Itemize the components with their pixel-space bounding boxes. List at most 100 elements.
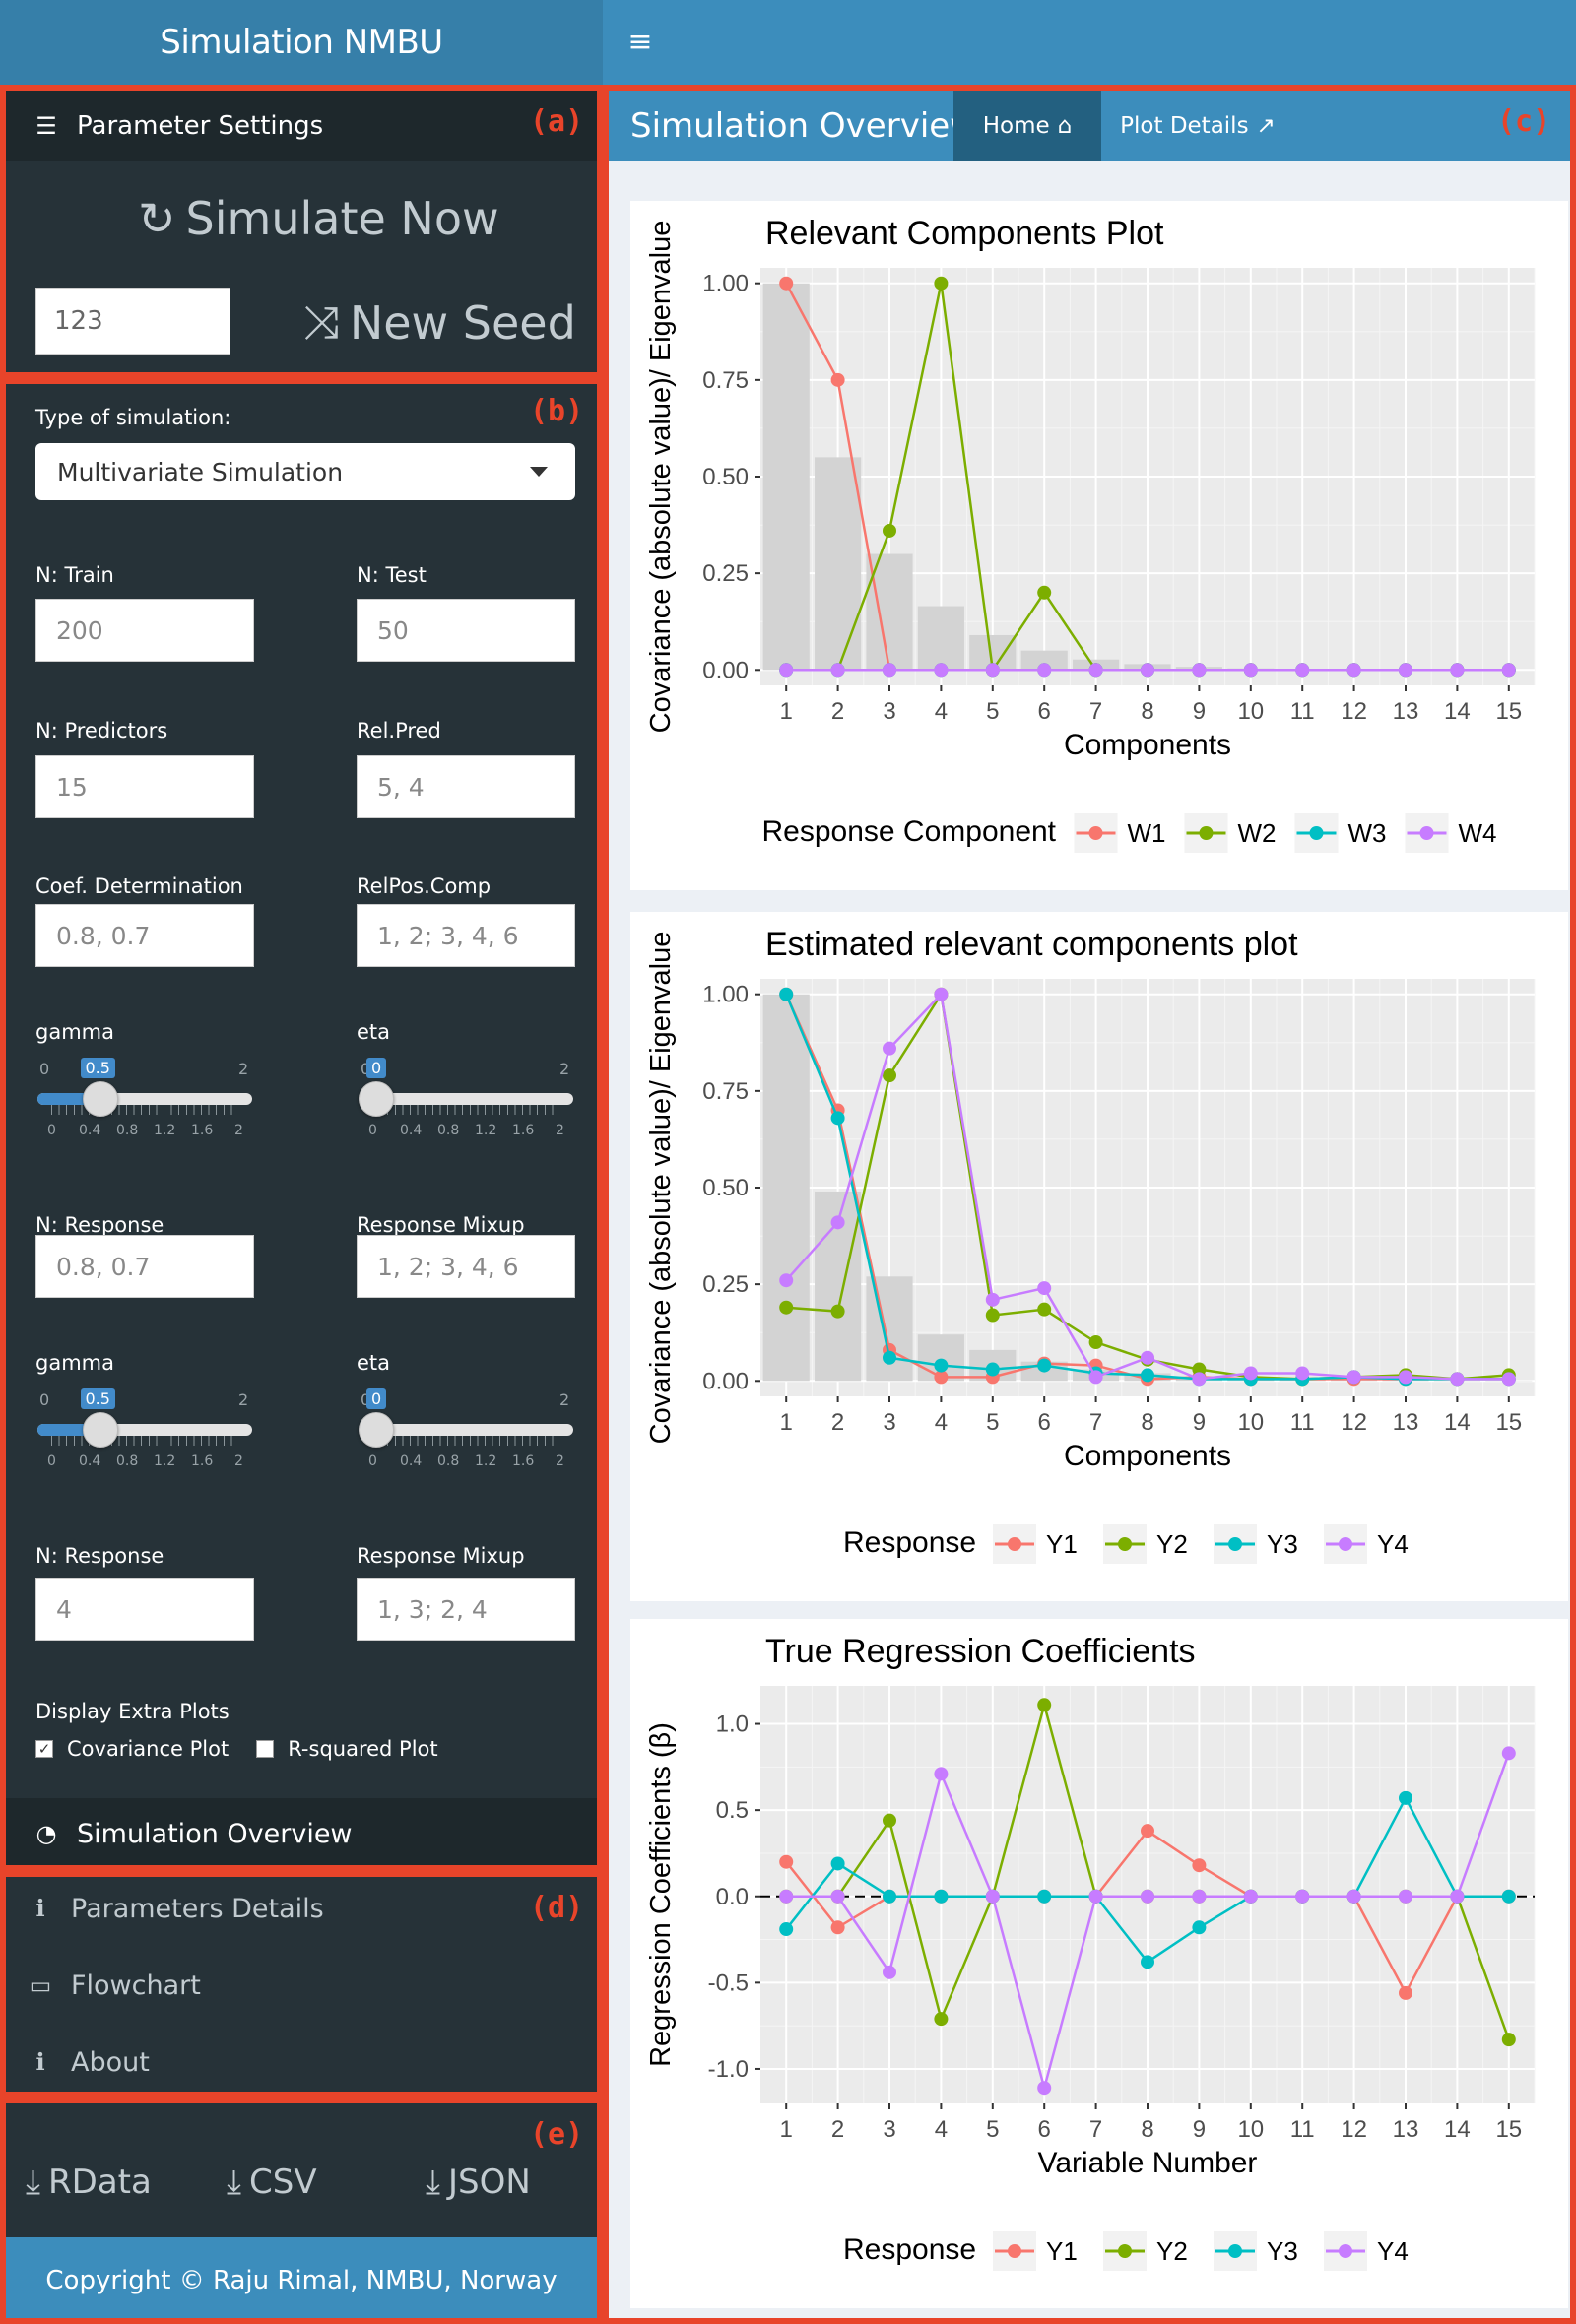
- sim-type-value: Multivariate Simulation: [57, 457, 344, 486]
- data-point: [1088, 663, 1103, 678]
- sidebar-item-parameters-details[interactable]: ℹ Parameters Details: [24, 1879, 324, 1938]
- data-point: [1037, 2081, 1052, 2096]
- slider-tick-label: 0.4: [400, 1453, 423, 1469]
- info-icon: ℹ: [35, 1895, 45, 1922]
- sliders-icon: ☰: [35, 112, 57, 140]
- legend-key-point: [1118, 1537, 1132, 1551]
- nresp1-input[interactable]: 0.8, 0.7: [35, 1235, 254, 1298]
- line-chart-icon: ↗: [1256, 113, 1276, 139]
- slider-tick-label: 2: [234, 1453, 243, 1469]
- legend-item-label: Y3: [1267, 1529, 1298, 1559]
- ntrain-input[interactable]: 200: [35, 599, 254, 662]
- x-tick-label: 14: [1444, 698, 1471, 725]
- y-tick-label: 0.5: [716, 1797, 749, 1824]
- data-point: [1501, 663, 1516, 678]
- simulate-now-label: Simulate Now: [185, 192, 499, 245]
- gamma-slider-2[interactable]: 0 2 0 0.4 0.8 1.2 1.6 2 0.5: [35, 1388, 254, 1479]
- new-seed-button[interactable]: ⤨ New Seed: [303, 295, 576, 351]
- legend-item-label: Y1: [1046, 1529, 1078, 1559]
- relpos-input[interactable]: 1, 2; 3, 4, 6: [357, 904, 575, 967]
- sidebar-toggle-icon[interactable]: ≡: [626, 22, 654, 61]
- seed-input[interactable]: 123: [35, 288, 230, 355]
- r2-plot-label: R-squared Plot: [288, 1737, 438, 1761]
- x-tick-label: 15: [1495, 698, 1522, 725]
- slider-handle[interactable]: [359, 1081, 394, 1117]
- slider-tick-label: 2: [556, 1453, 564, 1469]
- legend-item-label: Y1: [1046, 2236, 1078, 2266]
- mixup1-input[interactable]: 1, 2; 3, 4, 6: [357, 1235, 575, 1298]
- legend-key-point: [1339, 2244, 1352, 2258]
- parameter-settings-header[interactable]: ☰ Parameter Settings: [6, 91, 597, 161]
- cov-plot-checkbox[interactable]: ✓: [35, 1740, 53, 1758]
- tab-home[interactable]: Home ⌂: [953, 91, 1101, 161]
- download-json-button[interactable]: ⤓ JSON: [426, 2163, 531, 2202]
- sidebar-item-simulation-overview[interactable]: ◔ Simulation Overview: [6, 1798, 597, 1869]
- mixup1-label: Response Mixup: [357, 1213, 525, 1237]
- x-tick-label: 7: [1089, 1409, 1102, 1436]
- slider-max-label: 2: [559, 1390, 570, 1409]
- legend-key-point: [1118, 2244, 1132, 2258]
- x-tick-label: 7: [1089, 698, 1102, 725]
- slider-handle[interactable]: [82, 1081, 118, 1117]
- download-csv-button[interactable]: ⤓ CSV: [227, 2163, 317, 2202]
- slider-handle[interactable]: [359, 1412, 394, 1448]
- r2-plot-checkbox[interactable]: [256, 1740, 275, 1758]
- parameter-settings-label: Parameter Settings: [77, 111, 324, 141]
- gamma-slider[interactable]: 0 2 0 0.4 0.8 1.2 1.6 2 0.5: [35, 1058, 254, 1148]
- x-tick-label: 4: [935, 2116, 948, 2143]
- slider-value-badge: 0: [366, 1388, 387, 1409]
- x-tick-label: 14: [1444, 2116, 1471, 2143]
- data-point: [1037, 1281, 1052, 1296]
- legend-item-label: W3: [1348, 818, 1387, 848]
- main-title: Simulation Overview: [630, 106, 977, 146]
- slider-tick-label: 0.4: [400, 1123, 423, 1138]
- footer: Copyright © Raju Rimal, NMBU, Norway: [0, 2237, 603, 2324]
- slider-min-label: 0: [39, 1390, 50, 1409]
- data-point: [934, 1358, 949, 1373]
- data-point: [1141, 663, 1154, 678]
- menu-label: Parameters Details: [71, 1893, 324, 1924]
- data-point: [1037, 1889, 1052, 1904]
- nresp2-input[interactable]: 4: [35, 1578, 254, 1641]
- section-b-label: (b): [530, 394, 584, 428]
- slider-max-label: 2: [238, 1390, 249, 1409]
- simulate-now-button[interactable]: ↻ Simulate Now: [138, 192, 499, 245]
- sim-type-select[interactable]: Multivariate Simulation: [35, 443, 575, 500]
- data-point: [779, 987, 794, 1001]
- x-tick-label: 5: [986, 2116, 999, 2143]
- data-point: [1450, 1372, 1465, 1387]
- y-tick-label: 1.00: [702, 271, 749, 297]
- data-point: [1192, 1858, 1207, 1873]
- data-point: [883, 1813, 896, 1828]
- legend-item-label: Y2: [1156, 2236, 1188, 2266]
- legend-key-point: [1309, 826, 1324, 840]
- sidebar-item-about[interactable]: ℹ About: [24, 2033, 149, 2092]
- data-point: [1450, 663, 1465, 678]
- tab-plot-details[interactable]: Plot Details ↗: [1107, 91, 1288, 161]
- download-rdata-button[interactable]: ⤓ RData: [26, 2163, 152, 2202]
- y-axis-label: Regression Coefficients (β): [645, 1722, 677, 2067]
- eta-slider-2[interactable]: 0200.40.81.21.620: [357, 1388, 575, 1479]
- relpred-input[interactable]: 5, 4: [357, 755, 575, 818]
- slider-handle[interactable]: [82, 1412, 118, 1448]
- x-tick-label: 4: [935, 698, 948, 725]
- legend-key-point: [1008, 1537, 1021, 1551]
- app-title: Simulation NMBU: [160, 23, 443, 62]
- x-tick-label: 10: [1237, 1409, 1264, 1436]
- sidebar-item-flowchart[interactable]: ▭ Flowchart: [24, 1956, 201, 2015]
- legend-item-label: W2: [1238, 818, 1277, 848]
- mixup2-input[interactable]: 1, 3; 2, 4: [357, 1578, 575, 1641]
- eta-slider[interactable]: 0200.40.81.21.620: [357, 1058, 575, 1148]
- ntest-input[interactable]: 50: [357, 599, 575, 662]
- data-point: [779, 663, 794, 678]
- coef-input[interactable]: 0.8, 0.7: [35, 904, 254, 967]
- app-logo[interactable]: Simulation NMBU: [0, 0, 603, 85]
- data-point: [1346, 1370, 1361, 1385]
- data-point: [1501, 2033, 1516, 2047]
- relpred-label: Rel.Pred: [357, 719, 441, 742]
- slider-tick-label: 1.2: [475, 1453, 497, 1469]
- x-tick-label: 13: [1393, 2116, 1419, 2143]
- tab-plot-details-label: Plot Details: [1120, 113, 1249, 139]
- npred-input[interactable]: 15: [35, 755, 254, 818]
- data-point: [1141, 1368, 1154, 1383]
